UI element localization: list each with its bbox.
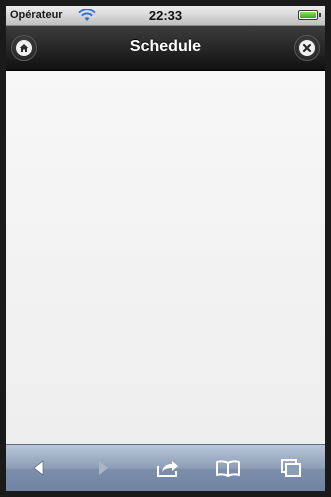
- header-bar: Schedule: [6, 26, 325, 71]
- bookmarks-icon: [216, 460, 240, 477]
- status-bar: Opérateur 22:33: [6, 6, 325, 26]
- pages-icon: [281, 459, 301, 477]
- back-arrow-icon: [33, 460, 44, 476]
- close-icon: [302, 43, 312, 53]
- forward-button[interactable]: [88, 455, 118, 481]
- close-button[interactable]: [294, 35, 320, 61]
- screen: Opérateur 22:33 Schedule: [6, 6, 325, 491]
- share-button[interactable]: [153, 455, 183, 481]
- battery-tip: [319, 13, 321, 17]
- schedule-content-area: [6, 71, 325, 444]
- back-button[interactable]: [24, 455, 54, 481]
- battery-level-fill: [300, 12, 316, 18]
- bookmarks-button[interactable]: [213, 455, 243, 481]
- share-icon: [157, 461, 178, 477]
- close-icon-disc: [299, 40, 315, 56]
- forward-arrow-icon: [99, 461, 108, 475]
- battery-icon: [298, 10, 318, 20]
- pages-button[interactable]: [276, 455, 306, 481]
- device-frame: Opérateur 22:33 Schedule: [0, 0, 331, 497]
- browser-toolbar: [6, 444, 325, 491]
- status-time: 22:33: [148, 8, 183, 23]
- page-title: Schedule: [129, 38, 202, 55]
